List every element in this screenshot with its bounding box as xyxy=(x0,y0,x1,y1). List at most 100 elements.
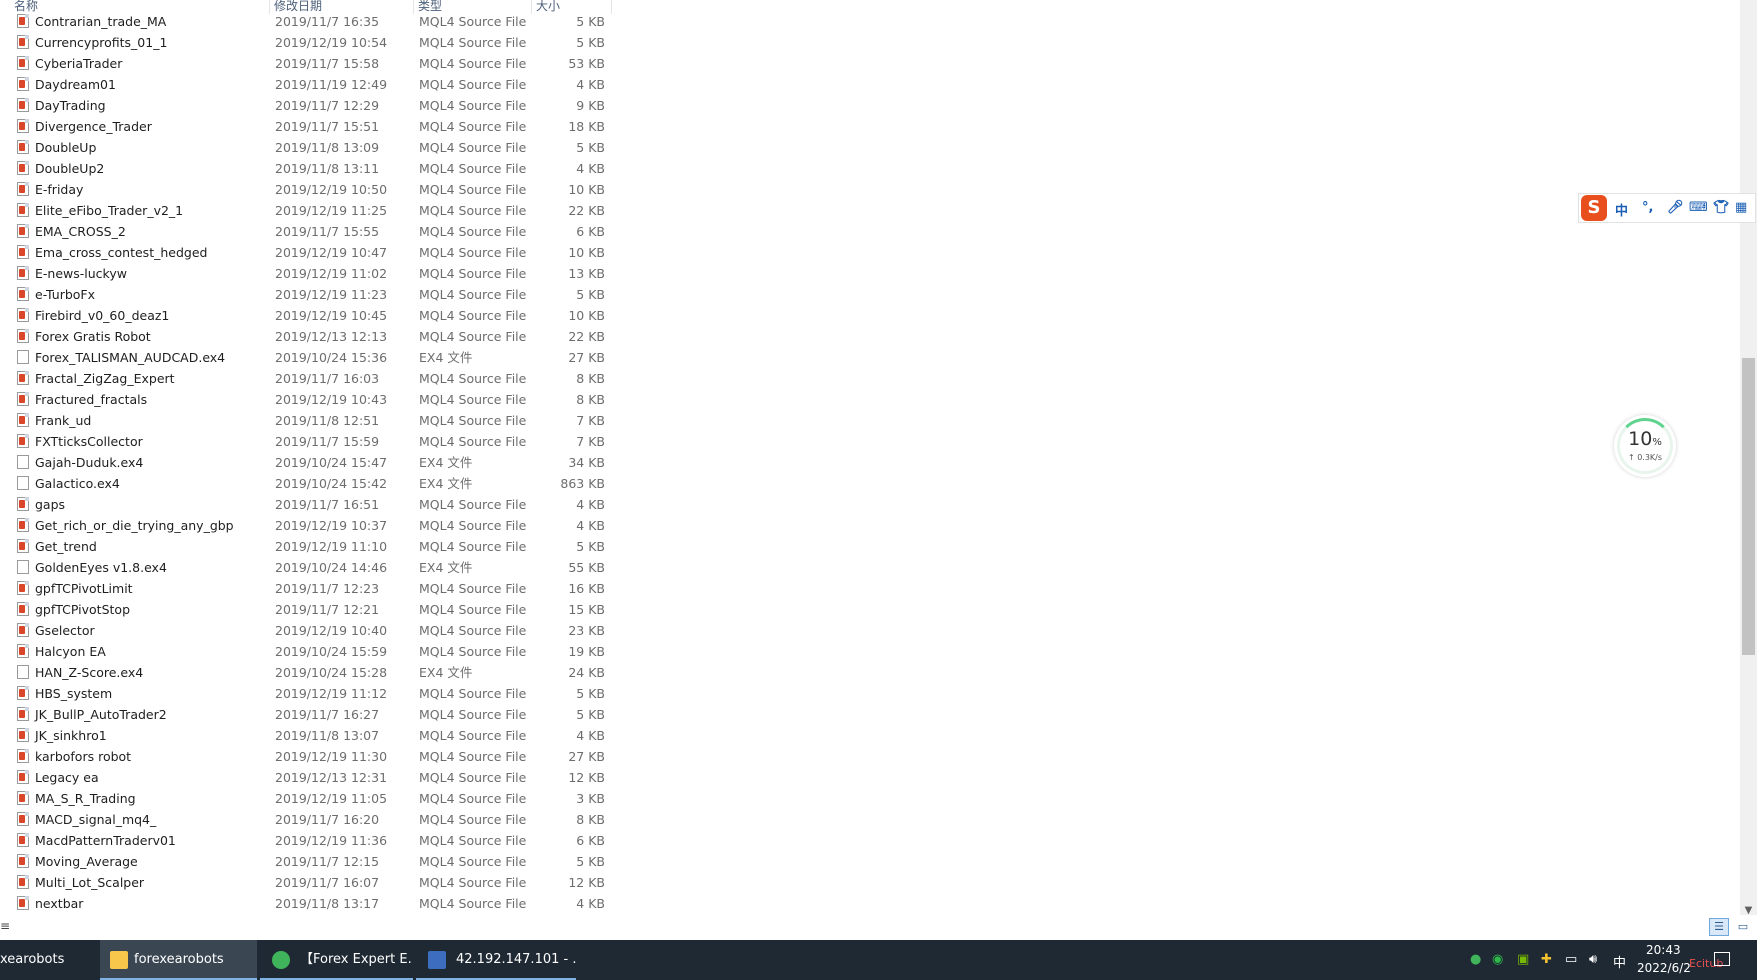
file-name: MacdPatternTraderv01 xyxy=(35,833,176,848)
file-size: 53 KB xyxy=(568,56,605,71)
file-name: Gselector xyxy=(35,623,95,638)
file-type: MQL4 Source File xyxy=(419,497,527,512)
file-row[interactable]: Ema_cross_contest_hedged 2019/12/19 10:47… xyxy=(0,242,612,263)
mq4-file-icon xyxy=(17,518,29,532)
file-row[interactable]: MA_S_R_Trading 2019/12/19 11:05 MQL4 Sourc… xyxy=(0,788,612,809)
file-size: 16 KB xyxy=(568,581,605,596)
file-row[interactable]: Frank_ud 2019/11/8 12:51 MQL4 Source File 7… xyxy=(0,410,612,431)
file-row[interactable]: Gajah-Duduk.ex4 2019/10/24 15:47 EX4 文件 34 … xyxy=(0,452,612,473)
file-modified-date: 2019/11/8 13:09 xyxy=(275,140,380,155)
sogou-logo-icon[interactable]: S xyxy=(1581,195,1607,221)
file-row[interactable]: FXTticksCollector 2019/11/7 15:59 MQL4 Sou… xyxy=(0,431,612,452)
file-row[interactable]: Divergence_Trader 2019/11/7 15:51 MQL4 Sou… xyxy=(0,116,612,137)
file-row[interactable]: Halcyon EA 2019/10/24 15:59 MQL4 Source Fi… xyxy=(0,641,612,662)
file-type: MQL4 Source File xyxy=(419,833,527,848)
file-row[interactable]: Currencyprofits_01_1 2019/12/19 10:54 MQL4… xyxy=(0,32,612,53)
file-row[interactable]: Multi_Lot_Scalper 2019/11/7 16:07 MQL4 Sou… xyxy=(0,872,612,893)
file-row[interactable]: E-news-luckyw 2019/12/19 11:02 MQL4 Source… xyxy=(0,263,612,284)
file-type: MQL4 Source File xyxy=(419,623,527,638)
file-type: MQL4 Source File xyxy=(419,329,527,344)
file-row[interactable]: Moving_Average 2019/11/7 12:15 MQL4 Source… xyxy=(0,851,612,872)
file-row[interactable]: gpfTCPivotLimit 2019/11/7 12:23 MQL4 Sourc… xyxy=(0,578,612,599)
scrollbar-thumb[interactable] xyxy=(1742,358,1755,655)
file-row[interactable]: MacdPatternTraderv01 2019/12/19 11:36 MQL4… xyxy=(0,830,612,851)
file-name: HBS_system xyxy=(35,686,113,701)
file-type: EX4 文件 xyxy=(419,350,473,365)
file-row[interactable]: Firebird_v0_60_deaz1 2019/12/19 10:45 MQL4… xyxy=(0,305,612,326)
clock-time[interactable]: 20:43 xyxy=(1646,943,1681,957)
file-row[interactable]: Legacy ea 2019/12/13 12:31 MQL4 Source Fil… xyxy=(0,767,612,788)
file-row[interactable]: gpfTCPivotStop 2019/11/7 12:21 MQL4 Source… xyxy=(0,599,612,620)
file-row[interactable]: E-friday 2019/12/19 10:50 MQL4 Source File… xyxy=(0,179,612,200)
file-row[interactable]: Forex_TALISMAN_AUDCAD.ex4 2019/10/24 15:3… xyxy=(0,347,612,368)
network-icon[interactable]: ▭ xyxy=(1565,952,1577,967)
security-icon[interactable]: ✚ xyxy=(1541,952,1552,967)
file-row[interactable]: DayTrading 2019/11/7 12:29 MQL4 Source Fil… xyxy=(0,95,612,116)
file-row[interactable]: MACD_signal_mq4_ 2019/11/7 16:20 MQL4 Sour… xyxy=(0,809,612,830)
file-row[interactable]: gaps 2019/11/7 16:51 MQL4 Source File 4 KB xyxy=(0,494,612,515)
wechat-icon[interactable]: ◉ xyxy=(1492,952,1503,967)
ime-punctuation-toggle[interactable]: °, xyxy=(1642,200,1653,215)
file-row[interactable]: HBS_system 2019/12/19 11:12 MQL4 Source Fi… xyxy=(0,683,612,704)
file-row[interactable]: Elite_eFibo_Trader_v2_1 2019/12/19 11:25 M… xyxy=(0,200,612,221)
taskbar-item-remote-desktop[interactable]: 42.192.147.101 - ... xyxy=(416,940,576,980)
file-type: MQL4 Source File xyxy=(419,266,527,281)
file-modified-date: 2019/11/7 12:21 xyxy=(275,602,380,617)
file-name: E-friday xyxy=(35,182,84,197)
file-row[interactable]: Contrarian_trade_MA 2019/11/7 16:35 MQL4 S… xyxy=(0,11,612,32)
file-row[interactable]: Fractured_fractals 2019/12/19 10:43 MQL4 S… xyxy=(0,389,612,410)
notification-center-icon[interactable] xyxy=(1714,952,1730,966)
file-row[interactable]: JK_BullP_AutoTrader2 2019/11/7 16:27 MQL4 … xyxy=(0,704,612,725)
file-row[interactable]: nextbar 2019/11/8 13:17 MQL4 Source File 4 … xyxy=(0,893,612,914)
file-name: gpfTCPivotLimit xyxy=(35,581,133,596)
file-name: EMA_CROSS_2 xyxy=(35,224,126,239)
file-row[interactable]: Galactico.ex4 2019/10/24 15:42 EX4 文件 863 K… xyxy=(0,473,612,494)
file-row[interactable]: DoubleUp 2019/11/8 13:09 MQL4 Source File 5… xyxy=(0,137,612,158)
file-row[interactable]: Get_rich_or_die_trying_any_gbp 2019/12/19… xyxy=(0,515,612,536)
file-row[interactable]: DoubleUp2 2019/11/8 13:11 MQL4 Source File… xyxy=(0,158,612,179)
ime-toolbar: S 中 °, 🎤︎ ⌨ 👕︎ ▦ xyxy=(1578,193,1756,223)
file-row[interactable]: GoldenEyes v1.8.ex4 2019/10/24 14:46 EX4 文… xyxy=(0,557,612,578)
file-row[interactable]: HAN_Z-Score.ex4 2019/10/24 15:28 EX4 文件 24 … xyxy=(0,662,612,683)
file-row[interactable]: EMA_CROSS_2 2019/11/7 15:55 MQL4 Source Fi… xyxy=(0,221,612,242)
file-row[interactable]: JK_sinkhro1 2019/11/8 13:07 MQL4 Source Fi… xyxy=(0,725,612,746)
file-size: 10 KB xyxy=(568,308,605,323)
status-bar: ≡ ☰ ▭ xyxy=(0,915,1757,939)
ime-mode-toggle[interactable]: 中 xyxy=(1615,200,1628,219)
remote-desktop-icon xyxy=(428,951,446,969)
tiles-view-button[interactable]: ▭ xyxy=(1733,918,1753,936)
taskbar-item-explorer[interactable]: xearobots xyxy=(0,940,98,980)
vertical-scrollbar[interactable]: ▼ xyxy=(1740,0,1757,922)
file-row[interactable]: CyberiaTrader 2019/11/7 15:58 MQL4 Source … xyxy=(0,53,612,74)
file-row[interactable]: e-TurboFx 2019/12/19 11:23 MQL4 Source Fil… xyxy=(0,284,612,305)
volume-icon[interactable]: 🔊︎ xyxy=(1589,952,1597,967)
file-name: Galactico.ex4 xyxy=(35,476,120,491)
mq4-file-icon xyxy=(17,434,29,448)
file-row[interactable]: Daydream01 2019/11/19 12:49 MQL4 Source Fi… xyxy=(0,74,612,95)
file-row[interactable]: Forex Gratis Robot 2019/12/13 12:13 MQL4 S… xyxy=(0,326,612,347)
file-name: Fractured_fractals xyxy=(35,392,148,407)
file-modified-date: 2019/10/24 15:42 xyxy=(275,476,388,491)
file-type: MQL4 Source File xyxy=(419,392,527,407)
network-meter-widget[interactable]: 10% ↑ 0.3K/s xyxy=(1614,415,1676,477)
file-row[interactable]: karbofors robot 2019/12/19 11:30 MQL4 Sour… xyxy=(0,746,612,767)
file-row[interactable]: Gselector 2019/12/19 10:40 MQL4 Source Fil… xyxy=(0,620,612,641)
file-size: 5 KB xyxy=(576,539,605,554)
tray-app-icon[interactable]: ● xyxy=(1470,952,1481,967)
keyboard-icon[interactable]: ⌨ xyxy=(1689,200,1708,215)
taskbar-item-folder[interactable]: forexearobots xyxy=(100,940,257,980)
shirt-icon[interactable]: 👕︎ xyxy=(1713,200,1730,215)
taskbar-item-browser[interactable]: 【Forex Expert E... xyxy=(260,940,413,980)
mq4-file-icon xyxy=(17,245,29,259)
file-size: 27 KB xyxy=(568,749,605,764)
file-size: 8 KB xyxy=(576,812,605,827)
clock-date[interactable]: 2022/6/2 xyxy=(1637,961,1691,975)
grid-icon[interactable]: ▦ xyxy=(1735,200,1747,215)
microphone-icon[interactable]: 🎤︎ xyxy=(1667,200,1684,215)
file-name: Multi_Lot_Scalper xyxy=(35,875,145,890)
nvidia-icon[interactable]: ▣ xyxy=(1517,952,1529,967)
file-row[interactable]: Get_trend 2019/12/19 11:10 MQL4 Source Fil… xyxy=(0,536,612,557)
details-view-button[interactable]: ☰ xyxy=(1709,918,1729,936)
file-row[interactable]: Fractal_ZigZag_Expert 2019/11/7 16:03 MQL4… xyxy=(0,368,612,389)
ime-indicator[interactable]: 中 xyxy=(1613,952,1626,971)
